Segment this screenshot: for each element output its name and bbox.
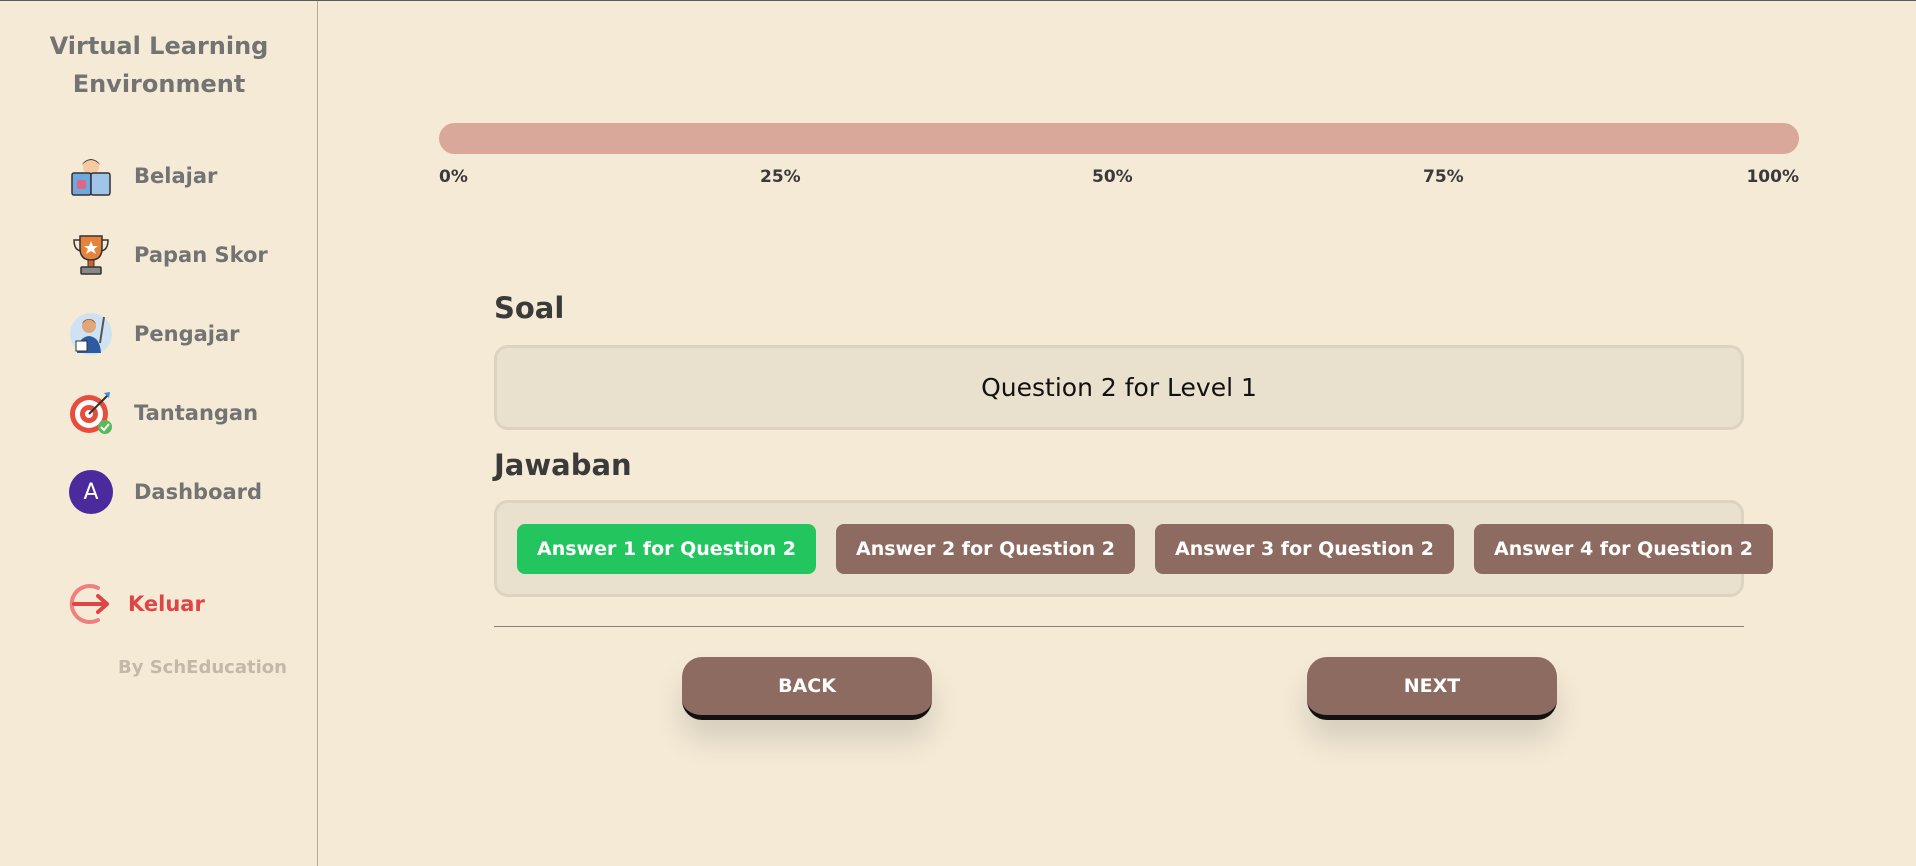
- sidebar-item-dashboard[interactable]: A Dashboard: [68, 469, 268, 515]
- sidebar-item-papan-skor[interactable]: Papan Skor: [68, 232, 268, 278]
- teacher-icon: [68, 311, 114, 357]
- answers-box: Answer 1 for Question 2 Answer 2 for Que…: [494, 500, 1773, 597]
- app-root: Virtual Learning Environment Belajar Pap…: [0, 0, 1916, 866]
- answer-heading: Jawaban: [494, 448, 632, 482]
- next-button[interactable]: NEXT: [1307, 657, 1557, 720]
- question-box: Question 2 for Level 1: [494, 345, 1744, 430]
- trophy-icon: [68, 232, 114, 278]
- divider: [494, 626, 1744, 627]
- answer-option-2[interactable]: Answer 2 for Question 2: [836, 523, 1135, 574]
- sidebar-item-label: Papan Skor: [134, 243, 268, 267]
- sidebar-item-tantangan[interactable]: Tantangan: [68, 390, 268, 436]
- brand-line-2: Environment: [72, 70, 246, 98]
- brand-title: Virtual Learning Environment: [0, 27, 318, 103]
- sidebar-item-label: Pengajar: [134, 322, 240, 346]
- answer-option-3[interactable]: Answer 3 for Question 2: [1155, 523, 1454, 574]
- logout-icon: [68, 581, 114, 627]
- brand-line-1: Virtual Learning: [49, 32, 269, 60]
- progress-labels: 0% 25% 50% 75% 100%: [439, 167, 1799, 189]
- logout-button[interactable]: Keluar: [68, 581, 205, 627]
- progress-label-0: 0%: [439, 167, 468, 187]
- sidebar: Virtual Learning Environment Belajar Pap…: [0, 1, 318, 866]
- sidebar-item-pengajar[interactable]: Pengajar: [68, 311, 268, 357]
- avatar-letter: A: [69, 470, 113, 514]
- target-icon: [68, 390, 114, 436]
- question-text: Question 2 for Level 1: [981, 373, 1257, 402]
- progress-label-50: 50%: [1092, 167, 1133, 187]
- progress-bar: [439, 123, 1799, 154]
- reading-student-icon: [68, 153, 114, 199]
- byline: By SchEducation: [118, 657, 287, 678]
- progress-label-100: 100%: [1746, 167, 1799, 187]
- question-heading: Soal: [494, 291, 565, 325]
- answer-option-1[interactable]: Answer 1 for Question 2: [517, 523, 816, 574]
- sidebar-item-label: Dashboard: [134, 480, 263, 504]
- sidebar-item-label: Tantangan: [134, 401, 259, 425]
- sidebar-item-label: Belajar: [134, 164, 218, 188]
- back-button[interactable]: BACK: [682, 657, 932, 720]
- avatar-icon: A: [68, 469, 114, 515]
- progress-label-75: 75%: [1423, 167, 1464, 187]
- sidebar-item-belajar[interactable]: Belajar: [68, 153, 268, 199]
- answer-option-4[interactable]: Answer 4 for Question 2: [1474, 523, 1773, 574]
- progress-label-25: 25%: [760, 167, 801, 187]
- sidebar-nav: Belajar Papan Skor Pengajar Tantangan A …: [68, 153, 268, 548]
- logout-label: Keluar: [128, 592, 205, 616]
